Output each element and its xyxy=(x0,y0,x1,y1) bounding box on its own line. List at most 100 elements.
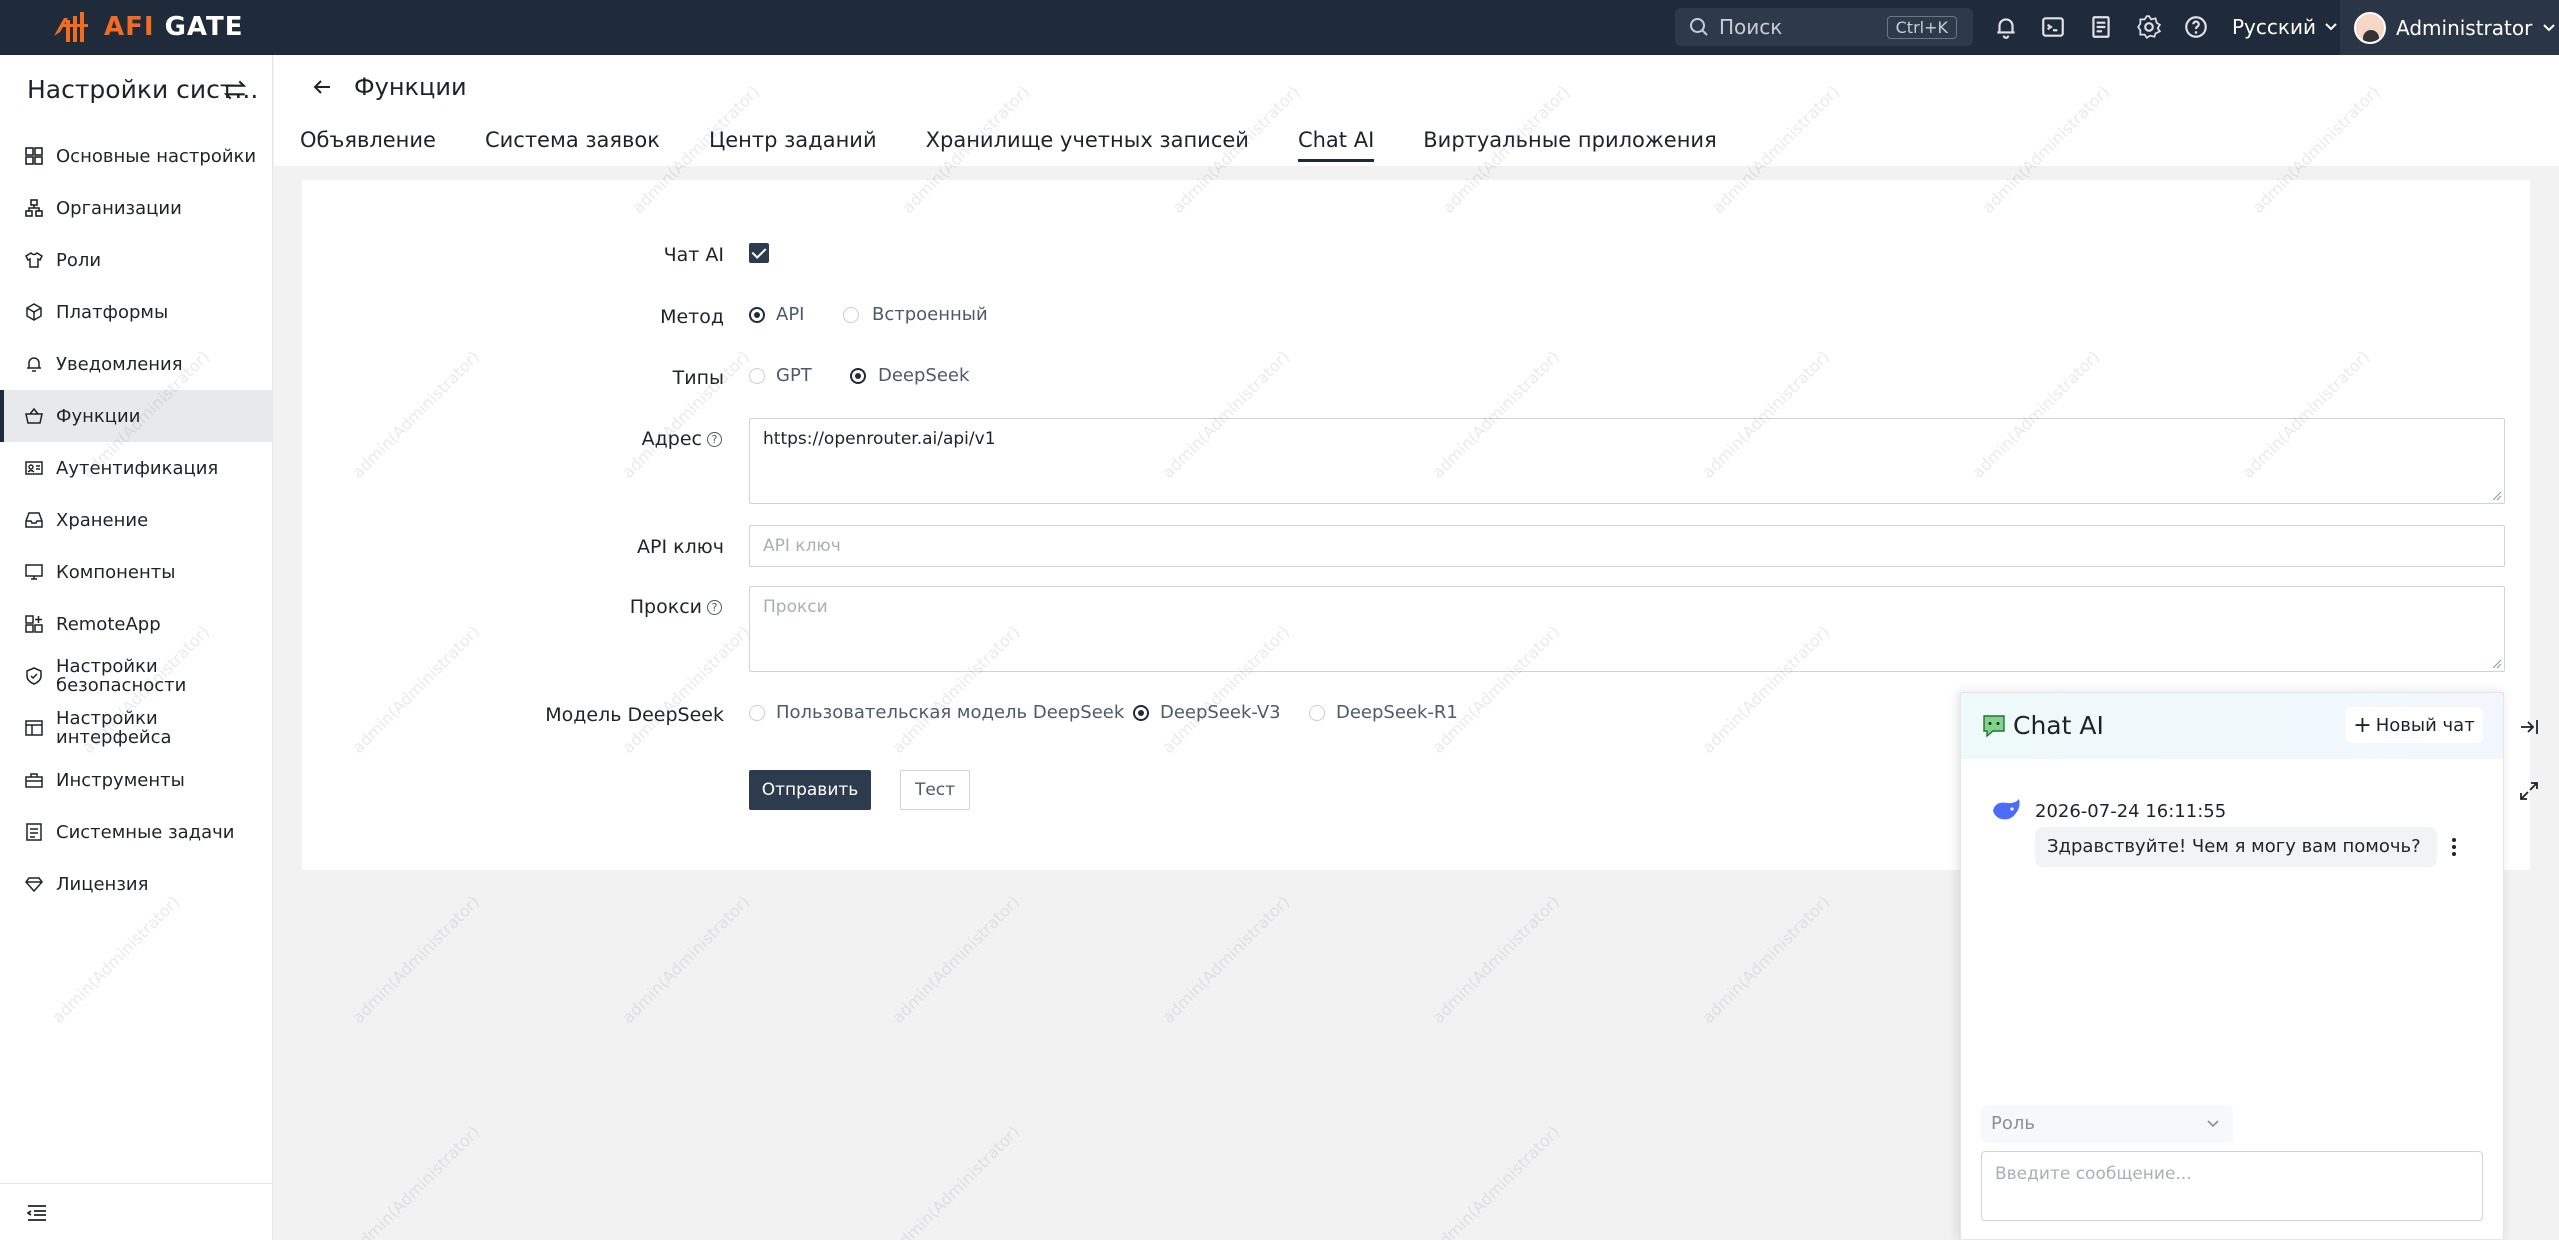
more-vertical-icon[interactable] xyxy=(2451,837,2457,857)
watermark: admin(Administrator) xyxy=(618,892,754,1027)
global-search[interactable]: Поиск Ctrl+K xyxy=(1675,8,1973,46)
chat-ai-label: Чат AI xyxy=(663,244,724,266)
sidebar-item-notifications[interactable]: Уведомления xyxy=(0,338,272,390)
watermark: admin(Administrator) xyxy=(888,1122,1024,1240)
form-row-model: Модель DeepSeek xyxy=(302,702,724,732)
tab-task-center[interactable]: Центр заданий xyxy=(709,120,877,164)
new-chat-button[interactable]: + Новый чат xyxy=(2345,707,2483,743)
role-select[interactable]: Роль xyxy=(1981,1105,2233,1143)
cube-icon xyxy=(26,303,42,321)
proxy-placeholder: Прокси xyxy=(763,597,828,617)
sidebar-item-functions[interactable]: Функции xyxy=(0,390,272,442)
logo-text-afi: AFI xyxy=(104,12,155,42)
watermark: admin(Administrator) xyxy=(348,1122,484,1240)
proxy-textarea[interactable]: Прокси xyxy=(749,586,2505,672)
bell-icon[interactable] xyxy=(1993,14,2019,40)
sidebar-item-label: Функции xyxy=(56,405,141,427)
search-placeholder: Поиск xyxy=(1719,15,1783,39)
form-row-method: Метод xyxy=(302,304,724,334)
watermark: admin(Administrator) xyxy=(1428,892,1564,1027)
sidebar-item-label: Роли xyxy=(56,249,102,271)
api-key-placeholder: API ключ xyxy=(763,536,841,556)
tab-ticket-system[interactable]: Система заявок xyxy=(485,120,660,164)
test-button[interactable]: Тест xyxy=(900,770,970,810)
page-header: Функции Объявление Система заявок Центр … xyxy=(274,55,2559,166)
watermark: admin(Administrator) xyxy=(348,892,484,1027)
monitor-icon xyxy=(25,564,43,580)
method-api-label[interactable]: API xyxy=(776,304,804,325)
tab-account-storage[interactable]: Хранилище учетных записей xyxy=(926,120,1249,164)
page-title: Функции xyxy=(354,73,467,101)
tab-chat-ai[interactable]: Chat AI xyxy=(1297,120,1375,164)
model-custom-radio[interactable] xyxy=(749,705,765,721)
apps-icon xyxy=(25,615,43,633)
sidebar-item-remoteapp[interactable]: RemoteApp xyxy=(0,598,272,650)
language-selector[interactable]: Русский xyxy=(2232,15,2338,39)
sidebar-item-storage[interactable]: Хранение xyxy=(0,494,272,546)
model-v3-label[interactable]: DeepSeek-V3 xyxy=(1160,702,1281,723)
model-custom-label[interactable]: Пользовательская модель DeepSeek xyxy=(776,702,1124,723)
sidebar-item-interface-settings[interactable]: Настройки интерфейса xyxy=(0,702,272,754)
method-builtin-label[interactable]: Встроенный xyxy=(872,304,988,325)
sidebar-item-basic-settings[interactable]: Основные настройки xyxy=(0,130,272,182)
help-icon[interactable]: ? xyxy=(707,432,722,447)
app-logo[interactable]: AFI GATE xyxy=(50,10,244,44)
swap-icon[interactable] xyxy=(222,77,248,103)
tab-virtual-apps[interactable]: Виртуальные приложения xyxy=(1423,120,1716,164)
resize-grip-icon[interactable] xyxy=(2492,659,2502,669)
chat-ai-checkbox[interactable] xyxy=(749,243,769,263)
tab-bar: Объявление Система заявок Центр заданий … xyxy=(300,120,1717,164)
sidebar-item-system-tasks[interactable]: Системные задачи xyxy=(0,806,272,858)
sidebar-item-tools[interactable]: Инструменты xyxy=(0,754,272,806)
sidebar-item-authentication[interactable]: Аутентификация xyxy=(0,442,272,494)
sidebar-item-label: Лицензия xyxy=(56,873,149,895)
id-card-icon xyxy=(25,461,43,475)
method-builtin-radio[interactable] xyxy=(843,307,859,323)
type-gpt-label[interactable]: GPT xyxy=(776,365,812,386)
help-icon[interactable] xyxy=(2183,14,2209,40)
method-api-radio[interactable] xyxy=(749,307,765,323)
proxy-label-text: Прокси xyxy=(629,596,702,618)
address-label-text: Адрес xyxy=(641,428,702,450)
arrow-left-icon[interactable] xyxy=(310,75,334,99)
terminal-icon[interactable] xyxy=(2040,14,2066,40)
api-key-input[interactable]: API ключ xyxy=(749,525,2505,567)
expand-icon[interactable] xyxy=(2518,780,2540,802)
sidebar-item-roles[interactable]: Роли xyxy=(0,234,272,286)
collapse-menu-icon[interactable] xyxy=(27,1204,47,1222)
sidebar-item-label: Платформы xyxy=(56,301,169,323)
collapse-panel-icon[interactable] xyxy=(2518,716,2540,738)
logo-text-gate: GATE xyxy=(164,12,244,42)
submit-button[interactable]: Отправить xyxy=(749,770,871,810)
types-label: Типы xyxy=(672,367,724,389)
sidebar-item-label: Компоненты xyxy=(56,561,176,583)
sidebar-item-license[interactable]: Лицензия xyxy=(0,858,272,910)
watermark: admin(Administrator) xyxy=(888,892,1024,1027)
chevron-down-icon xyxy=(2543,23,2556,31)
api-key-label: API ключ xyxy=(637,536,724,558)
type-deepseek-radio[interactable] xyxy=(850,368,866,384)
avatar xyxy=(2354,11,2386,44)
logo-icon xyxy=(54,12,88,42)
type-gpt-radio[interactable] xyxy=(749,368,765,384)
task-icon xyxy=(26,823,42,841)
tab-announcement[interactable]: Объявление xyxy=(300,120,436,164)
sidebar-item-label: Системные задачи xyxy=(56,821,235,843)
model-r1-radio[interactable] xyxy=(1309,705,1325,721)
sidebar-menu: Основные настройки Организации Роли Плат… xyxy=(0,130,272,910)
sidebar-item-security-settings[interactable]: Настройки безопасности xyxy=(0,650,272,702)
document-list-icon[interactable] xyxy=(2088,14,2114,40)
type-deepseek-label[interactable]: DeepSeek xyxy=(878,365,969,386)
tools-icon xyxy=(25,773,43,788)
user-menu[interactable]: Administrator xyxy=(2340,0,2559,55)
resize-grip-icon[interactable] xyxy=(2492,491,2502,501)
model-r1-label[interactable]: DeepSeek-R1 xyxy=(1336,702,1458,723)
sidebar-item-organizations[interactable]: Организации xyxy=(0,182,272,234)
model-v3-radio[interactable] xyxy=(1133,705,1149,721)
gear-icon[interactable] xyxy=(2136,14,2162,40)
message-input[interactable]: Введите сообщение... xyxy=(1981,1151,2483,1221)
address-textarea[interactable]: https://openrouter.ai/api/v1 xyxy=(749,418,2505,504)
sidebar-item-components[interactable]: Компоненты xyxy=(0,546,272,598)
sidebar-item-platforms[interactable]: Платформы xyxy=(0,286,272,338)
help-icon[interactable]: ? xyxy=(707,600,722,615)
